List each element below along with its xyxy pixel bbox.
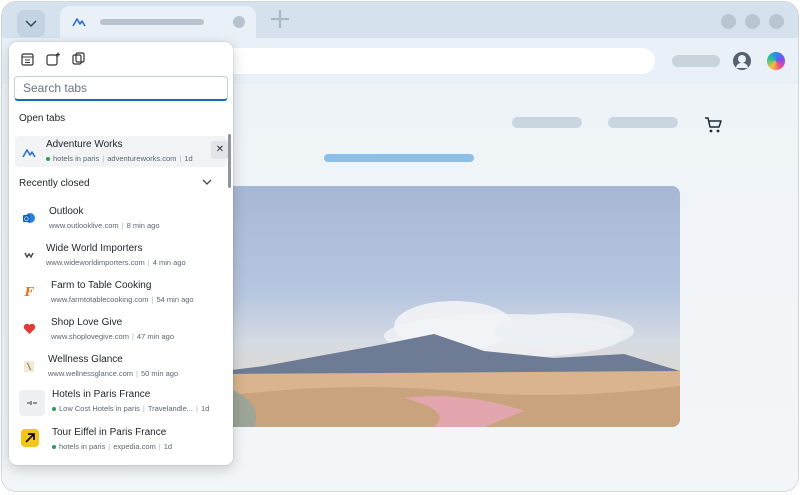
item-meta: www.wideworldimporters.com | 4 min ago: [46, 258, 186, 267]
hotels-icon: [19, 390, 45, 416]
recently-closed-item[interactable]: Wide World Importers www.wideworldimport…: [9, 239, 233, 275]
open-tab-meta: hotels in paris | adventureworks.com | 1d: [46, 154, 193, 163]
minimize-button[interactable]: [721, 14, 736, 29]
item-meta: hotels in paris | expedia.com | 1d: [52, 442, 172, 451]
hero-accent-bar: [324, 154, 474, 162]
tab-list-icon[interactable]: [19, 51, 35, 67]
maximize-button[interactable]: [745, 14, 760, 29]
wellness-icon: [21, 358, 37, 374]
open-tabs-heading: Open tabs: [19, 113, 66, 124]
tab-title-placeholder: [100, 19, 204, 25]
item-meta: Low Cost Hotels in paris | Travelandle... |…: [52, 404, 209, 413]
item-meta: www.shoplovegive.com | 47 min ago: [51, 332, 175, 341]
popup-toolbar: [19, 51, 87, 69]
add-tab-group-icon[interactable]: [45, 51, 61, 67]
new-tab-button[interactable]: [267, 8, 293, 34]
heart-icon: [21, 321, 37, 337]
open-tab-item[interactable]: Adventure Works hotels in paris | adventur…: [15, 136, 229, 167]
adventure-works-favicon-icon: [72, 18, 86, 27]
search-tabs-input[interactable]: [14, 76, 228, 101]
plus-icon: [271, 10, 289, 28]
item-meta: www.farmtotablecooking.com | 54 min ago: [51, 295, 194, 304]
recently-closed-item[interactable]: Wellness Glance www.wellnessglance.com | 5…: [9, 350, 233, 386]
item-title: Outlook: [49, 206, 84, 217]
item-title: Tour Eiffel in Paris France: [52, 427, 167, 438]
tab-close-button[interactable]: [233, 16, 245, 28]
recently-closed-item[interactable]: Hotels in Paris France Low Cost Hotels i…: [9, 386, 233, 422]
recently-closed-item[interactable]: Shop Love Give www.shoplovegive.com | 47 m…: [9, 313, 233, 349]
scrollbar-thumb[interactable]: [228, 134, 231, 188]
tab-actions-menu-button[interactable]: [17, 10, 45, 37]
profile-icon[interactable]: [733, 52, 751, 70]
tab-search-popup: Open tabs Adventure Works hotels in pari…: [9, 42, 233, 465]
recently-closed-item[interactable]: O Outlook www.outlooklive.com | 8 min ago: [9, 202, 233, 238]
chevron-down-icon: [202, 179, 212, 185]
item-title: Wide World Importers: [46, 243, 143, 254]
copilot-icon[interactable]: [767, 52, 785, 70]
chevron-down-icon: [25, 19, 37, 27]
outlook-icon: O: [21, 210, 37, 226]
close-window-button[interactable]: [769, 14, 784, 29]
address-bar[interactable]: [202, 48, 655, 74]
farm-to-table-icon: F: [24, 285, 34, 299]
item-title: Hotels in Paris France: [52, 389, 151, 400]
cart-icon[interactable]: [704, 116, 722, 134]
close-tab-button[interactable]: ✕: [211, 141, 229, 159]
collapse-recently-closed-button[interactable]: [202, 177, 212, 188]
item-meta: www.wellnessglance.com | 50 min ago: [48, 369, 179, 378]
item-title: Wellness Glance: [48, 354, 123, 365]
toolbar-placeholder-button[interactable]: [672, 55, 720, 67]
item-meta: www.outlooklive.com | 8 min ago: [49, 221, 160, 230]
hero-image: [224, 186, 680, 427]
nav-link-placeholder[interactable]: [608, 117, 678, 128]
expedia-icon: [21, 429, 39, 447]
recently-closed-item[interactable]: F Farm to Table Cooking www.farmtotablec…: [9, 276, 233, 312]
active-tab[interactable]: [60, 6, 256, 39]
svg-text:O: O: [24, 217, 29, 223]
wide-world-importers-icon: [21, 247, 37, 263]
title-bar: [2, 2, 798, 39]
recently-closed-item[interactable]: Tour Eiffel in Paris France hotels in pa…: [9, 424, 233, 460]
item-title: Shop Love Give: [51, 317, 123, 328]
adventure-works-icon: [22, 149, 36, 158]
open-tab-domain: adventureworks.com: [107, 154, 177, 163]
recently-closed-heading: Recently closed: [19, 178, 90, 189]
nav-link-placeholder[interactable]: [512, 117, 582, 128]
collections-icon[interactable]: [71, 51, 87, 67]
open-tab-group: hotels in paris: [53, 154, 100, 163]
item-title: Farm to Table Cooking: [51, 280, 152, 291]
tab-group-dot: [46, 157, 50, 162]
open-tab-age: 1d: [184, 154, 193, 163]
open-tab-title: Adventure Works: [46, 139, 123, 150]
